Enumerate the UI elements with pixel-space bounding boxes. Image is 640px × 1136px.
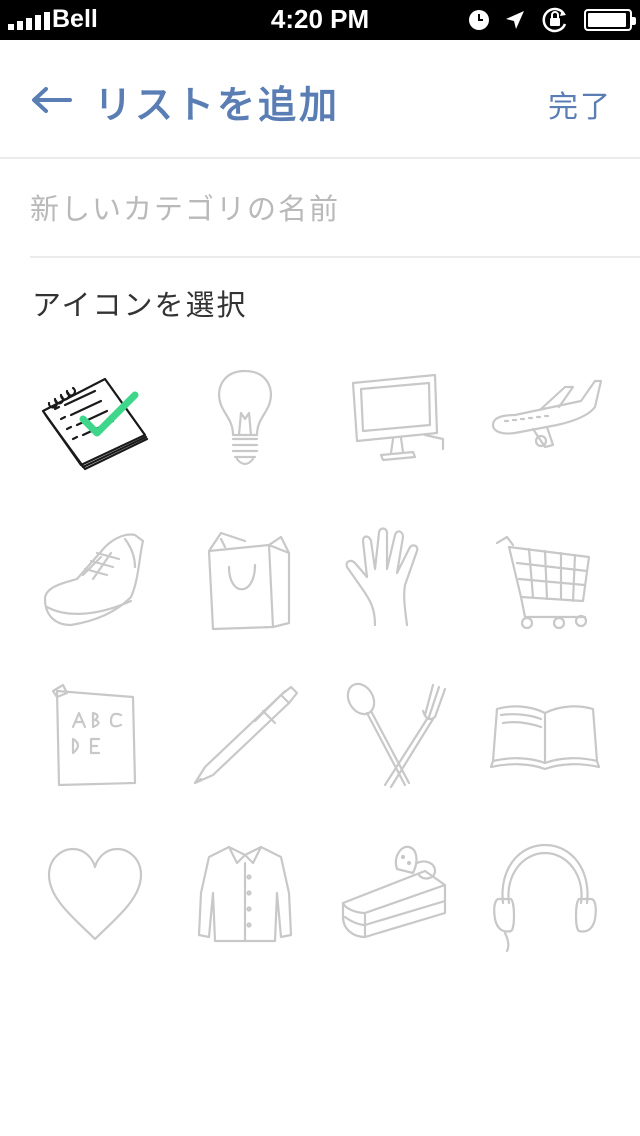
airplane-icon — [491, 379, 603, 449]
icon-option-shirt[interactable] — [170, 814, 320, 972]
pen-icon — [193, 685, 299, 785]
abc-board-icon — [51, 683, 137, 787]
status-bar: Bell 4:20 PM — [0, 0, 640, 40]
rotation-lock-icon — [542, 7, 567, 33]
heart-icon — [47, 847, 143, 941]
icon-option-heart[interactable] — [20, 814, 170, 972]
icon-option-book[interactable] — [470, 656, 620, 814]
category-name-row — [30, 159, 640, 258]
icon-option-headphones[interactable] — [470, 814, 620, 972]
icon-option-hand[interactable] — [320, 498, 470, 656]
icon-option-lightbulb[interactable] — [170, 340, 320, 498]
left-arrow-icon — [32, 87, 72, 113]
navigation-bar: リストを追加 完了 — [0, 40, 640, 159]
category-name-input[interactable] — [30, 181, 590, 237]
spoon-fork-icon — [346, 682, 447, 789]
alarm-clock-icon — [469, 10, 489, 30]
location-arrow-icon — [506, 11, 524, 29]
icon-option-shopping-bag[interactable] — [170, 498, 320, 656]
icon-option-shopping-cart[interactable] — [470, 498, 620, 656]
icon-grid — [20, 340, 620, 972]
computer-icon — [351, 373, 445, 462]
page-title: リストを追加 — [94, 83, 341, 127]
headphones-icon — [493, 843, 597, 953]
shopping-bag-icon — [207, 531, 291, 631]
icon-option-abc-board[interactable] — [20, 656, 170, 814]
cake-icon — [341, 845, 447, 939]
shirt-icon — [197, 845, 293, 943]
sneaker-icon — [43, 533, 145, 627]
book-icon — [489, 705, 601, 771]
lightbulb-icon — [218, 369, 272, 466]
icon-section-label: アイコンを選択 — [32, 288, 248, 322]
icon-option-computer[interactable] — [320, 340, 470, 498]
icon-option-checklist[interactable] — [20, 340, 170, 498]
icon-option-spoon-fork[interactable] — [320, 656, 470, 814]
battery-icon — [584, 9, 636, 31]
icon-option-cake[interactable] — [320, 814, 470, 972]
hand-icon — [345, 527, 419, 627]
icon-option-airplane[interactable] — [470, 340, 620, 498]
back-button[interactable] — [30, 78, 72, 122]
checklist-icon — [41, 377, 149, 471]
icon-option-pen[interactable] — [170, 656, 320, 814]
done-button[interactable]: 完了 — [548, 82, 612, 126]
shopping-cart-icon — [495, 535, 591, 630]
icon-option-sneaker[interactable] — [20, 498, 170, 656]
